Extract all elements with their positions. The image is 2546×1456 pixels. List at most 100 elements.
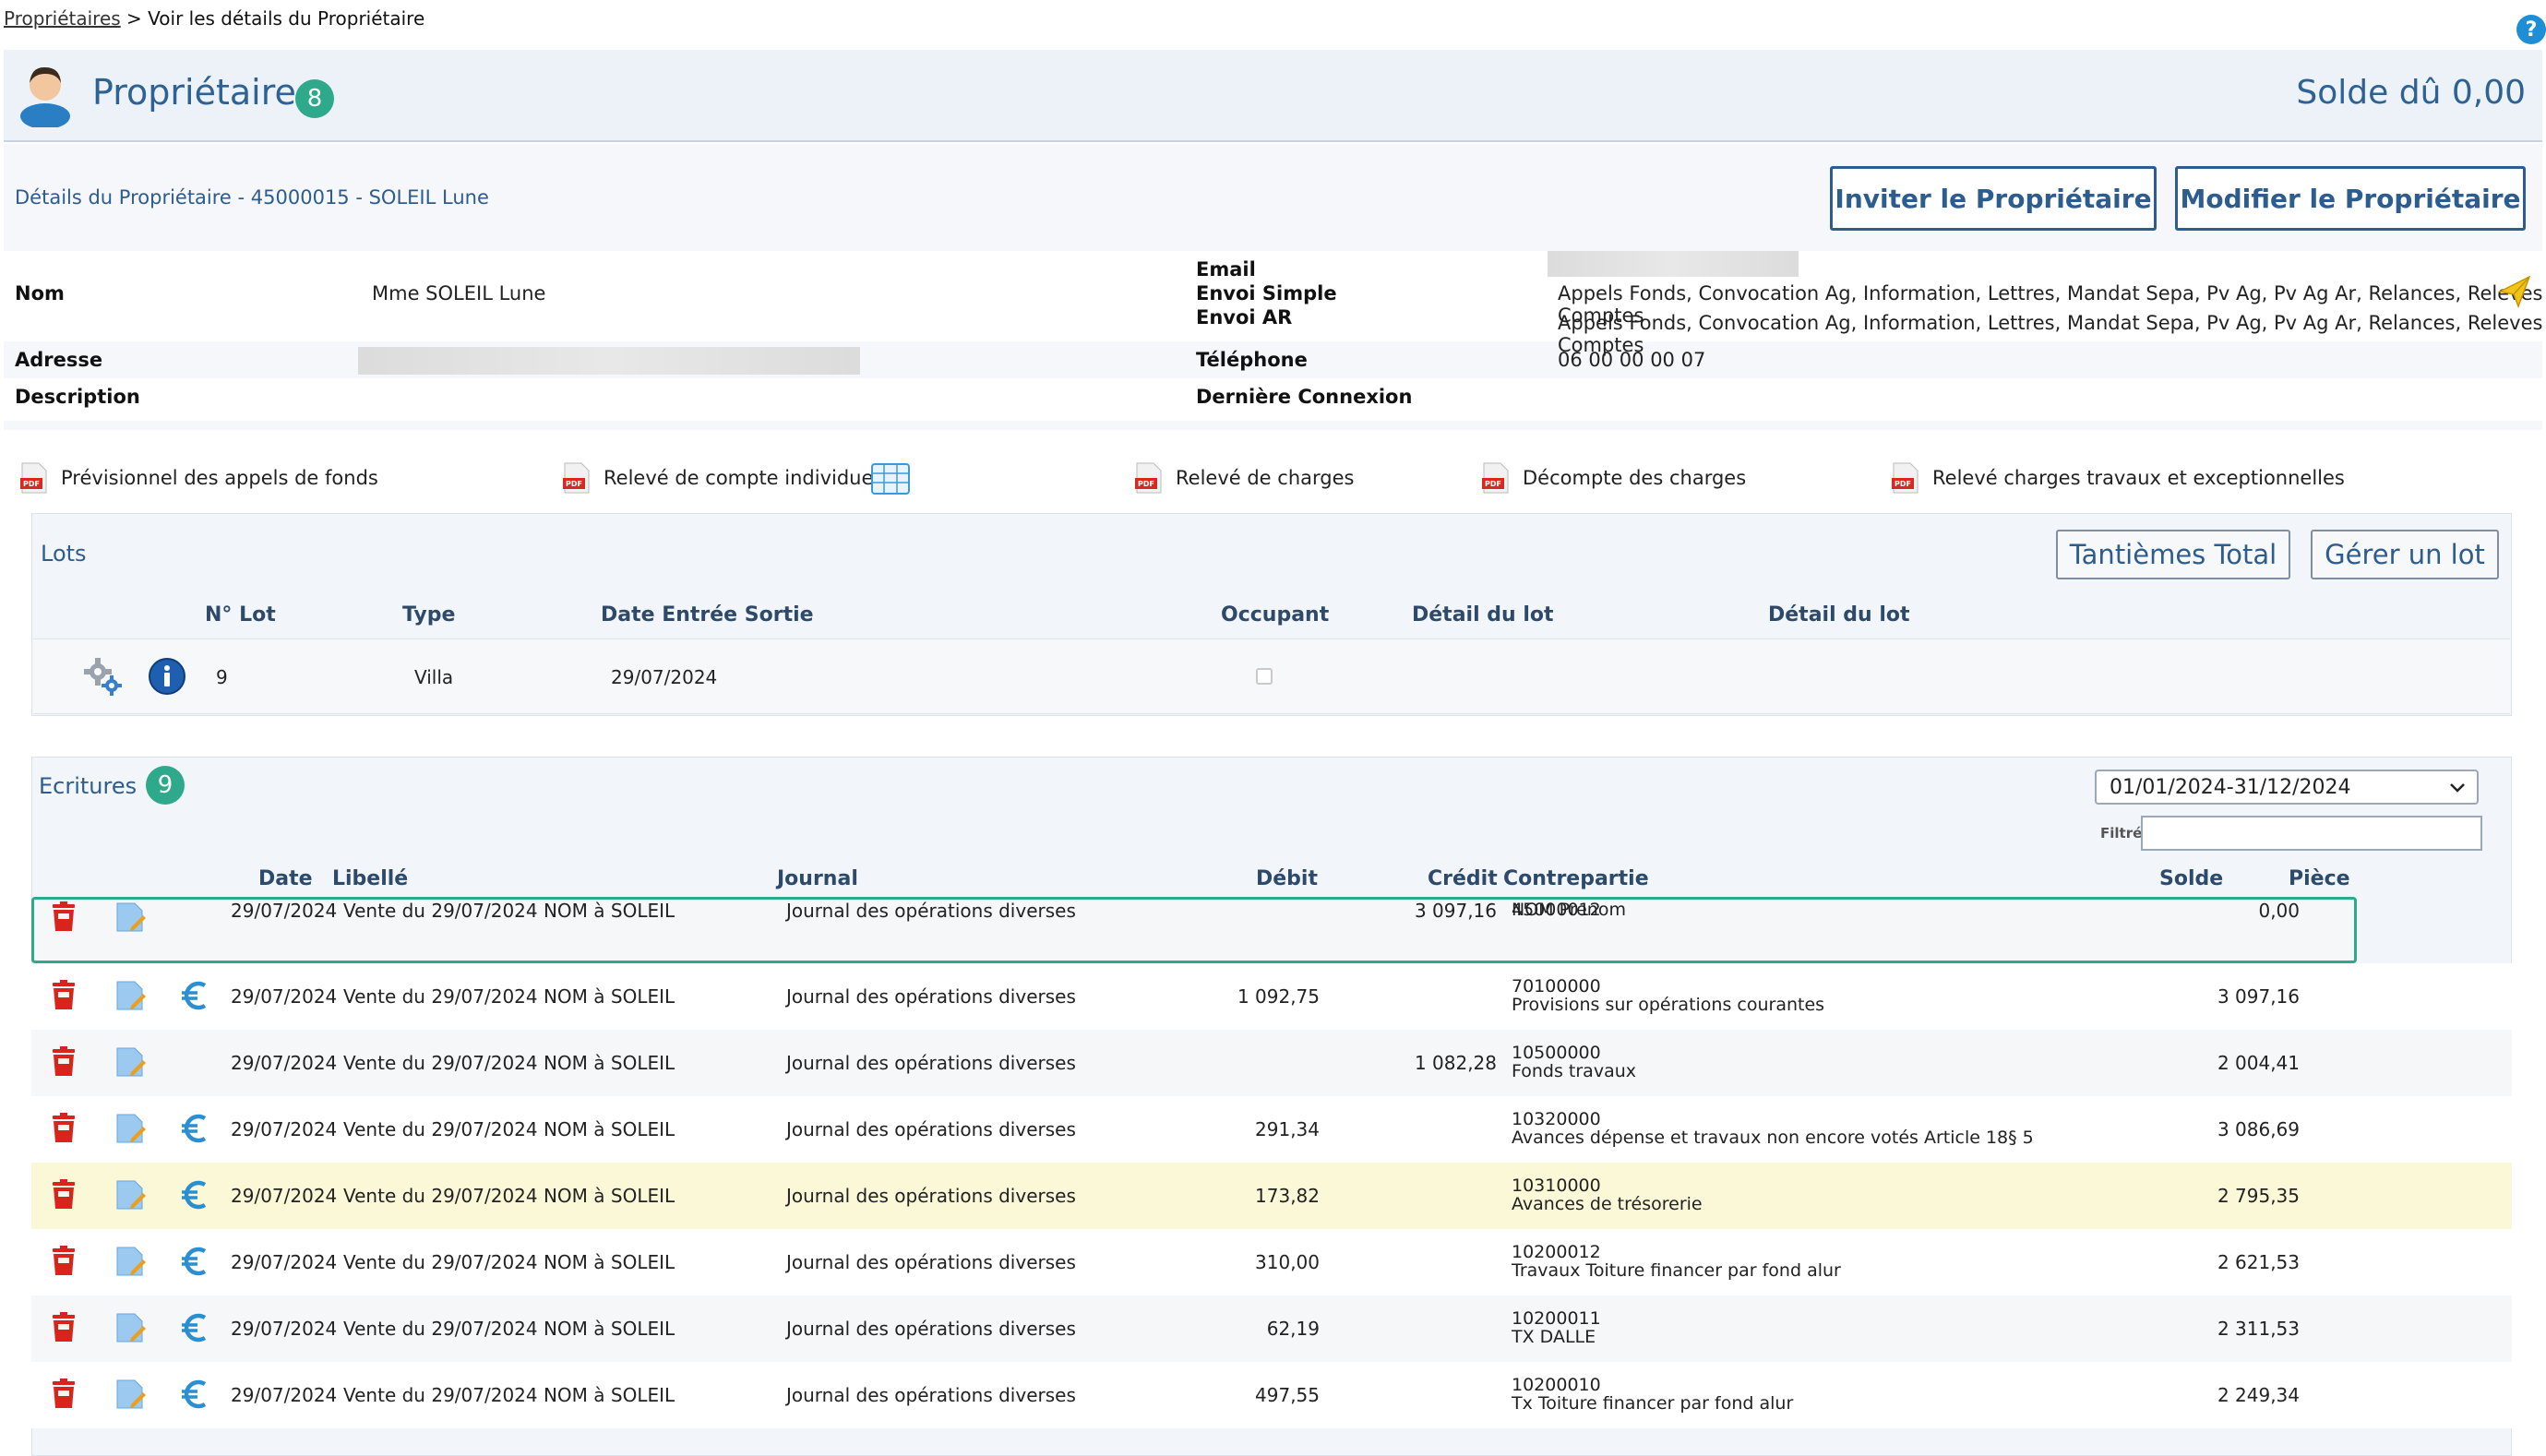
envoi-simple-label: Envoi Simple: [1196, 282, 1337, 304]
row-libelle: Vente du 29/07/2024 NOM à SOLEIL: [343, 1384, 675, 1406]
row-solde: 2 621,53: [2217, 1251, 2300, 1273]
table-row[interactable]: 29/07/2024 Vente du 29/07/2024 NOM à SOLE…: [31, 1229, 2512, 1295]
filter-input[interactable]: [2141, 816, 2482, 851]
euro-icon[interactable]: [177, 1244, 212, 1279]
spreadsheet-icon[interactable]: [871, 463, 910, 495]
edit-icon[interactable]: [113, 1177, 148, 1212]
nom-label: Nom: [15, 282, 65, 304]
adresse-value-redacted: [358, 347, 860, 375]
period-select[interactable]: 01/01/2024-31/12/2024: [2095, 770, 2479, 805]
delete-icon[interactable]: [46, 978, 81, 1013]
breadcrumb-separator: >: [126, 7, 142, 30]
row-libelle: Vente du 29/07/2024 NOM à SOLEIL: [343, 985, 675, 1008]
row-libelle: Vente du 29/07/2024 NOM à SOLEIL: [343, 1251, 675, 1273]
envoi-ar-value: Appels Fonds, Convocation Ag, Informatio…: [1558, 312, 2543, 356]
tantiemes-total-button[interactable]: Tantièmes Total: [2056, 530, 2290, 579]
edit-icon[interactable]: [113, 1377, 148, 1412]
delete-icon[interactable]: [46, 1377, 81, 1412]
email-label: Email: [1196, 258, 1256, 280]
edit-icon[interactable]: [113, 1111, 148, 1146]
row-contrepartie-label: Avances dépense et travaux non encore vo…: [1512, 1128, 2034, 1148]
row-libelle: Vente du 29/07/2024 NOM à SOLEIL: [343, 1318, 675, 1340]
row-contrepartie-label: Tx Toiture financer par fond alur: [1512, 1393, 1794, 1414]
period-select-value: 01/01/2024-31/12/2024: [2110, 775, 2351, 799]
doc-releve-compte[interactable]: PDF Relevé de compte individuel: [563, 461, 879, 495]
row-contrepartie-code: 10200011: [1512, 1308, 1601, 1329]
gerer-lot-button[interactable]: Gérer un lot: [2311, 530, 2499, 579]
help-icon[interactable]: ?: [2516, 15, 2546, 44]
edit-icon[interactable]: [113, 1310, 148, 1345]
euro-icon[interactable]: [177, 978, 212, 1013]
row-contrepartie-label: Avances de trésorerie: [1512, 1194, 1703, 1214]
row-contrepartie-code: 10200010: [1512, 1375, 1601, 1395]
row-debit: 291,34: [1255, 1118, 1320, 1140]
svg-text:PDF: PDF: [23, 480, 40, 488]
doc-releve-travaux[interactable]: PDF Relevé charges travaux et exceptionn…: [1892, 461, 2345, 495]
row-contrepartie-code: 10200012: [1512, 1242, 1601, 1262]
doc-label: Relevé de charges: [1176, 467, 1355, 489]
row-journal: Journal des opérations diverses: [786, 985, 1076, 1008]
ecritures-title: Ecritures: [39, 773, 137, 799]
row-libelle: Vente du 29/07/2024 NOM à SOLEIL: [343, 1052, 675, 1074]
row-journal: Journal des opérations diverses: [786, 1318, 1076, 1340]
table-row[interactable]: 29/07/2024 Vente du 29/07/2024 NOM à SOLE…: [31, 963, 2512, 1030]
doc-previsionnel[interactable]: PDF Prévisionnel des appels de fonds: [20, 461, 378, 495]
occupant-checkbox[interactable]: [1256, 668, 1273, 685]
person-icon: [20, 66, 70, 127]
pdf-icon: PDF: [563, 462, 590, 494]
breadcrumb: Propriétaires > Voir les détails du Prop…: [4, 7, 424, 30]
doc-decompte-charges[interactable]: PDF Décompte des charges: [1482, 461, 1746, 495]
edit-icon[interactable]: [113, 1244, 148, 1279]
edit-icon[interactable]: [113, 900, 148, 935]
doc-label: Relevé de compte individuel: [604, 467, 879, 489]
step-badge: 9: [146, 766, 185, 805]
edit-icon[interactable]: [113, 978, 148, 1013]
details-title: Détails du Propriétaire - 45000015 - SOL…: [15, 186, 489, 209]
gear-icon[interactable]: [81, 655, 124, 698]
row-contrepartie-label: Travaux Toiture financer par fond alur: [1512, 1260, 1841, 1281]
edit-icon[interactable]: [113, 1044, 148, 1080]
send-icon[interactable]: [2498, 275, 2531, 308]
euro-icon[interactable]: [177, 1177, 212, 1212]
delete-icon[interactable]: [46, 1310, 81, 1345]
row-date: 29/07/2024: [231, 1384, 338, 1406]
lots-col-type: Type: [402, 603, 456, 627]
info-icon[interactable]: [148, 657, 186, 696]
delete-icon[interactable]: [46, 1177, 81, 1212]
row-debit: 497,55: [1255, 1384, 1320, 1406]
delete-icon[interactable]: [46, 1111, 81, 1146]
pdf-icon: PDF: [1482, 462, 1509, 494]
row-contrepartie-code: 10320000: [1512, 1109, 1601, 1129]
table-row[interactable]: 29/07/2024 Vente du 29/07/2024 NOM à SOLE…: [31, 1362, 2512, 1428]
ecr-col-date: Date: [258, 867, 313, 890]
euro-icon[interactable]: [177, 1377, 212, 1412]
row-debit: 173,82: [1255, 1185, 1320, 1207]
ecr-col-libelle: Libellé: [332, 867, 409, 890]
step-badge: 8: [295, 79, 334, 118]
table-row[interactable]: 29/07/2024 Vente du 29/07/2024 NOM à SOLE…: [31, 1096, 2512, 1163]
row-date: 29/07/2024: [231, 1118, 338, 1140]
table-row[interactable]: 29/07/2024 Vente du 29/07/2024 NOM à SOLE…: [31, 1030, 2512, 1096]
edit-owner-button[interactable]: Modifier le Propriétaire: [2175, 166, 2526, 231]
table-row[interactable]: 29/07/2024 Vente du 29/07/2024 NOM à SOLE…: [31, 1295, 2512, 1362]
table-row[interactable]: 29/07/2024 Vente du 29/07/2024 NOM à SOLE…: [31, 897, 2357, 963]
lot-type: Villa: [414, 666, 454, 688]
ecr-col-credit: Crédit: [1428, 867, 1498, 890]
delete-icon[interactable]: [46, 900, 81, 935]
lots-col-numero: N° Lot: [205, 603, 276, 627]
telephone-label: Téléphone: [1196, 349, 1308, 371]
ecr-col-contrepartie: Contrepartie: [1503, 867, 1649, 890]
pdf-icon: PDF: [20, 462, 47, 494]
delete-icon[interactable]: [46, 1244, 81, 1279]
row-debit: 1 092,75: [1237, 985, 1320, 1008]
doc-releve-charges[interactable]: PDF Relevé de charges: [1135, 461, 1354, 495]
table-row[interactable]: 29/07/2024 Vente du 29/07/2024 NOM à SOLE…: [31, 1163, 2512, 1229]
row-contrepartie-code: 10500000: [1512, 1043, 1601, 1063]
row-date: 29/07/2024: [231, 1251, 338, 1273]
delete-icon[interactable]: [46, 1044, 81, 1080]
breadcrumb-link-proprietaires[interactable]: Propriétaires: [4, 7, 121, 30]
telephone-value: 06 00 00 00 07: [1558, 349, 1706, 371]
euro-icon[interactable]: [177, 1310, 212, 1345]
invite-owner-button[interactable]: Inviter le Propriétaire: [1830, 166, 2157, 231]
euro-icon[interactable]: [177, 1111, 212, 1146]
